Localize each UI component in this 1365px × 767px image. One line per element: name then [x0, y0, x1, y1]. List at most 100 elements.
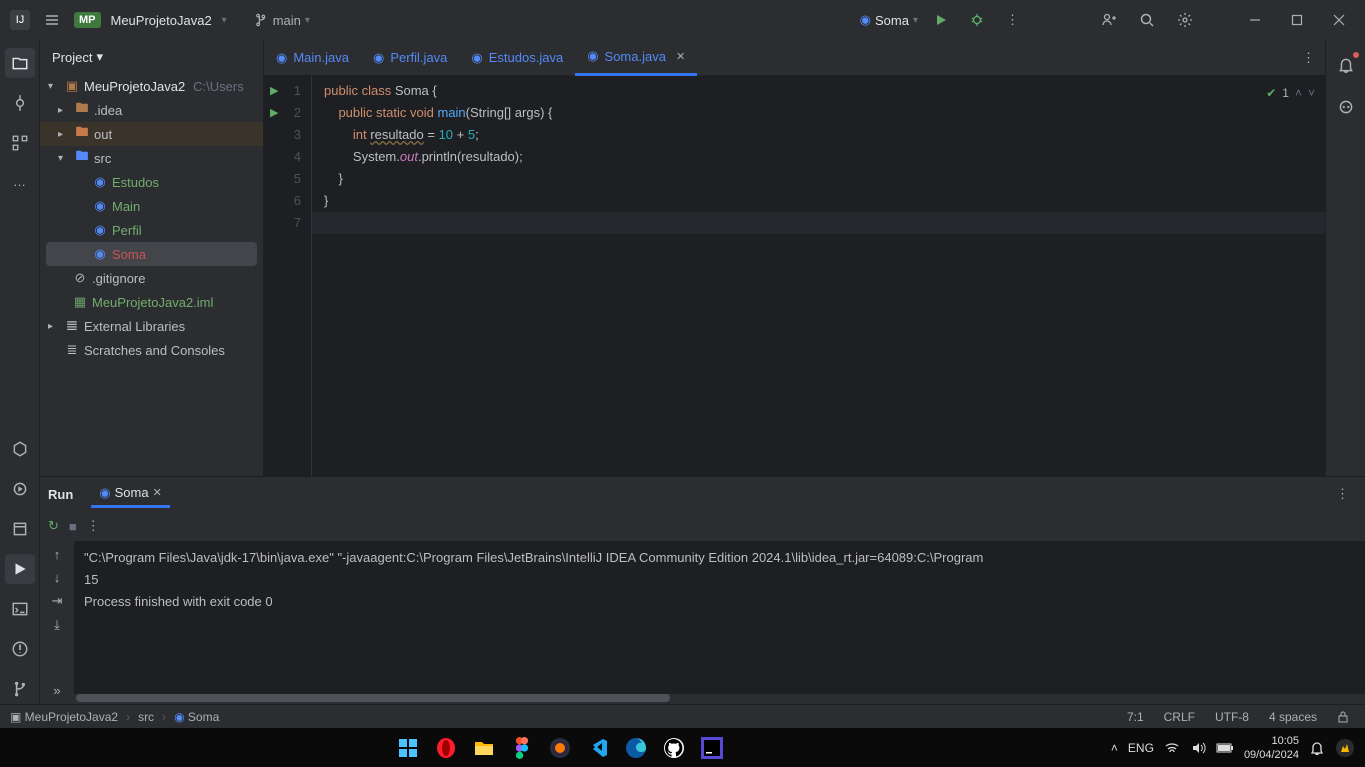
- class-icon: ◉: [471, 50, 482, 66]
- console-output[interactable]: "C:\Program Files\Java\jdk-17\bin\java.e…: [74, 541, 1365, 694]
- problems-tool-icon[interactable]: [5, 634, 35, 664]
- close-icon[interactable]: ✕: [676, 50, 685, 63]
- indent-config[interactable]: 4 spaces: [1263, 710, 1323, 724]
- editor[interactable]: ▶ ▶ 1234567 public class Soma { public s…: [264, 76, 1325, 476]
- tree-file-estudos[interactable]: ◉ Estudos: [40, 170, 263, 194]
- close-icon[interactable]: ✕: [153, 486, 162, 499]
- tabs-more-icon[interactable]: ⋮: [1292, 50, 1325, 66]
- tab-soma[interactable]: ◉Soma.java✕: [575, 40, 697, 76]
- git-branch[interactable]: main ▾: [255, 13, 310, 28]
- start-icon[interactable]: [392, 732, 424, 764]
- tab-estudos[interactable]: ◉Estudos.java: [459, 40, 575, 76]
- scroll-end-icon[interactable]: ⤓: [54, 617, 60, 633]
- tree-out-folder[interactable]: ▸ 🖿 out: [40, 122, 263, 146]
- copilot-icon[interactable]: [1335, 738, 1355, 758]
- gutter-run-icon[interactable]: ▶: [270, 80, 278, 102]
- run-more-icon[interactable]: ⋮: [1328, 486, 1357, 502]
- tree-scratches[interactable]: ▸ ≣ Scratches and Consoles: [40, 338, 263, 362]
- down-icon[interactable]: ↓: [54, 570, 61, 585]
- breadcrumb-src[interactable]: src: [138, 710, 154, 724]
- run-panel-label: Run: [48, 487, 73, 502]
- tree-idea-folder[interactable]: ▸ 🖿 .idea: [40, 98, 263, 122]
- bookmarks-tool-icon[interactable]: [5, 434, 35, 464]
- console-scrollbar[interactable]: [74, 694, 1365, 704]
- tree-iml[interactable]: ▦ MeuProjetoJava2.iml: [40, 290, 263, 314]
- ai-assistant-icon[interactable]: [1331, 92, 1361, 122]
- readonly-lock-icon[interactable]: [1331, 711, 1355, 723]
- close-button[interactable]: [1323, 8, 1355, 32]
- titlebar: IJ MP MeuProjetoJava2 ▾ main ▾ ◉ Soma ▾ …: [0, 0, 1365, 40]
- build-tool-icon[interactable]: [5, 514, 35, 544]
- check-icon: ✔: [1266, 82, 1276, 104]
- gutter-run-icon[interactable]: ▶: [270, 102, 278, 124]
- tray-notifications-icon[interactable]: [1309, 740, 1325, 756]
- line-separator[interactable]: CRLF: [1158, 710, 1201, 724]
- run-more-icon[interactable]: ⋮: [87, 518, 100, 534]
- more-actions-icon[interactable]: ⋮: [1000, 6, 1025, 34]
- code-with-me-icon[interactable]: [1095, 6, 1123, 34]
- tree-file-soma[interactable]: ◉ Soma: [46, 242, 257, 266]
- folder-icon: 🖿: [74, 99, 90, 121]
- chevron-down-icon[interactable]: ▾: [96, 49, 103, 65]
- inspection-widget[interactable]: ✔ 1 ˄ ˅: [1266, 82, 1315, 104]
- main-menu-icon[interactable]: [40, 8, 64, 32]
- battery-icon[interactable]: [1216, 742, 1234, 754]
- project-panel-header[interactable]: Project ▾: [40, 40, 263, 74]
- edge-icon[interactable]: [620, 732, 652, 764]
- maximize-button[interactable]: [1281, 8, 1313, 32]
- tray-chevron-icon[interactable]: ˄: [1111, 741, 1118, 755]
- notifications-icon[interactable]: [1331, 50, 1361, 80]
- tree-external-libs[interactable]: ▸ 𝌆 External Libraries: [40, 314, 263, 338]
- opera-icon[interactable]: [430, 732, 462, 764]
- chevron-up-icon[interactable]: ˄: [1295, 82, 1302, 104]
- breadcrumb-file[interactable]: ◉ Soma: [174, 710, 219, 724]
- rerun-icon[interactable]: ↻: [48, 518, 59, 534]
- run-tool-icon[interactable]: [5, 554, 35, 584]
- tab-perfil[interactable]: ◉Perfil.java: [361, 40, 459, 76]
- breadcrumb-module[interactable]: ▣ MeuProjetoJava2: [10, 710, 118, 724]
- tree-gitignore[interactable]: ⊘ .gitignore: [40, 266, 263, 290]
- debug-button[interactable]: [964, 7, 990, 33]
- minimize-button[interactable]: [1239, 8, 1271, 32]
- run-tab-soma[interactable]: ◉ Soma ✕: [91, 481, 170, 508]
- file-encoding[interactable]: UTF-8: [1209, 710, 1255, 724]
- services-tool-icon[interactable]: [5, 474, 35, 504]
- tree-root[interactable]: ▾ ▣ MeuProjetoJava2 C:\Users: [40, 74, 263, 98]
- module-icon: ▣: [64, 78, 80, 94]
- wifi-icon[interactable]: [1164, 740, 1180, 756]
- chevron-down-icon[interactable]: ˅: [1308, 82, 1315, 104]
- run-configuration[interactable]: ◉ Soma ▾: [860, 12, 918, 28]
- more-tools-icon[interactable]: …: [7, 168, 32, 195]
- tray-clock[interactable]: 10:05 09/04/2024: [1244, 734, 1299, 762]
- search-icon[interactable]: [1133, 6, 1161, 34]
- terminal-tool-icon[interactable]: [5, 594, 35, 624]
- chevron-down-icon[interactable]: ▾: [222, 15, 227, 26]
- project-name[interactable]: MeuProjetoJava2: [111, 13, 212, 28]
- project-tool-icon[interactable]: [5, 48, 35, 78]
- intellij-taskbar-icon[interactable]: [696, 732, 728, 764]
- app-icon[interactable]: [544, 732, 576, 764]
- system-tray: ˄ ENG 10:05 09/04/2024: [1111, 734, 1355, 762]
- stop-icon[interactable]: ■: [69, 519, 77, 534]
- run-button[interactable]: [928, 7, 954, 33]
- vcs-tool-icon[interactable]: [5, 674, 35, 704]
- commit-tool-icon[interactable]: [5, 88, 35, 118]
- tab-main[interactable]: ◉Main.java: [264, 40, 361, 76]
- tray-language[interactable]: ENG: [1128, 741, 1154, 755]
- tree-src-folder[interactable]: ▾ 🖿 src: [40, 146, 263, 170]
- github-icon[interactable]: [658, 732, 690, 764]
- settings-icon[interactable]: [1171, 6, 1199, 34]
- cursor-position[interactable]: 7:1: [1121, 710, 1150, 724]
- print-icon[interactable]: »: [53, 683, 60, 698]
- tree-file-main[interactable]: ◉ Main: [40, 194, 263, 218]
- tree-file-perfil[interactable]: ◉ Perfil: [40, 218, 263, 242]
- soft-wrap-icon[interactable]: ⇥: [52, 593, 63, 609]
- figma-icon[interactable]: [506, 732, 538, 764]
- explorer-icon[interactable]: [468, 732, 500, 764]
- volume-icon[interactable]: [1190, 740, 1206, 756]
- vscode-icon[interactable]: [582, 732, 614, 764]
- code-content[interactable]: public class Soma { public static void m…: [312, 76, 1325, 476]
- structure-tool-icon[interactable]: [5, 128, 35, 158]
- up-icon[interactable]: ↑: [54, 547, 61, 562]
- run-toolbar: ↻ ■ ⋮: [40, 511, 1365, 541]
